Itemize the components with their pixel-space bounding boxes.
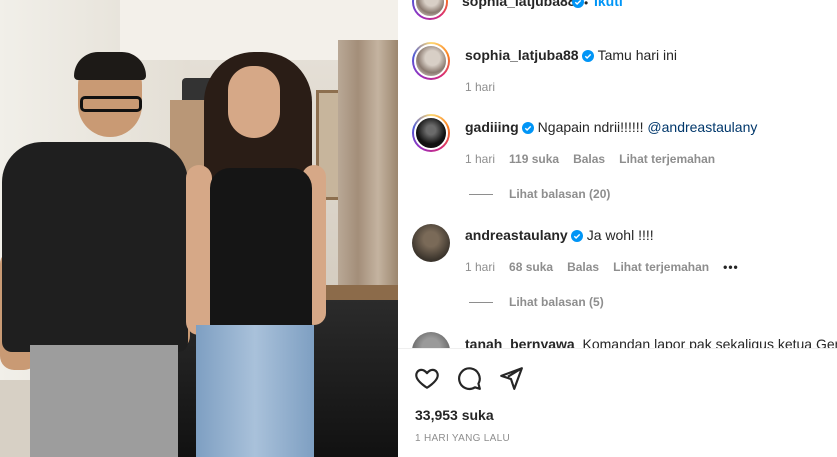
- comment-text: Ngapain ndrii!!!!!!: [537, 119, 644, 135]
- comment-likes[interactable]: 68 suka: [509, 260, 553, 274]
- comment-meta: 1 hari 68 suka Balas Lihat terjemahan •••: [465, 260, 753, 274]
- view-replies-label: Lihat balasan (20): [509, 187, 611, 201]
- heart-icon[interactable]: [414, 365, 440, 391]
- comment-body: gadiiing Ngapain ndrii!!!!!! @andreastaul…: [465, 118, 757, 138]
- reply-button[interactable]: Balas: [573, 152, 605, 166]
- photo-man-pants: [30, 345, 178, 457]
- photo-woman-arm: [186, 165, 212, 335]
- photo-curtain: [338, 40, 398, 290]
- photo-man-shirt: [2, 142, 188, 352]
- photo-woman-face: [228, 66, 280, 138]
- paper-plane-icon[interactable]: [498, 365, 524, 391]
- comment-icon[interactable]: [456, 365, 482, 391]
- verified-icon: [570, 228, 583, 246]
- photo-man-glasses: [80, 96, 142, 112]
- post-photo[interactable]: [0, 0, 398, 457]
- comment-body: andreastaulany Ja wohl !!!!: [465, 226, 654, 246]
- translate-button[interactable]: Lihat terjemahan: [619, 152, 715, 166]
- author-avatar[interactable]: [412, 0, 448, 20]
- comment-body: tanah_bernyawa Komandan lapor pak sekali…: [465, 335, 837, 348]
- more-options-icon[interactable]: •••: [723, 260, 739, 274]
- comment-meta: 1 hari 119 suka Balas Lihat terjemahan: [465, 152, 729, 166]
- verified-icon: [572, 0, 584, 13]
- post-date[interactable]: 1 HARI YANG LALU: [415, 433, 510, 444]
- comment-item: tanah_bernyawa Komandan lapor pak sekali…: [398, 330, 837, 348]
- likes-count[interactable]: 33,953 suka: [415, 407, 494, 423]
- photo-man-hair: [74, 52, 146, 80]
- photo-woman-jeans: [196, 325, 314, 457]
- comment-username[interactable]: gadiiing: [465, 119, 519, 135]
- comment-username[interactable]: andreastaulany: [465, 227, 568, 243]
- comment-mention-link[interactable]: @andreastaulany: [647, 119, 757, 135]
- view-replies-label: Lihat balasan (5): [509, 295, 604, 309]
- verified-icon: [581, 48, 594, 66]
- comment-avatar[interactable]: [412, 332, 450, 348]
- comment-body: sophia_latjuba88 Tamu hari ini: [465, 46, 677, 66]
- replies-line: [469, 302, 493, 304]
- comment-avatar[interactable]: [412, 42, 450, 80]
- action-bar: [414, 365, 524, 391]
- post-header: sophia_latjuba88 • Ikuti: [398, 0, 837, 20]
- post-sidebar: sophia_latjuba88 • Ikuti sophia_latjuba8…: [398, 0, 837, 457]
- comment-username[interactable]: tanah_bernyawa: [465, 336, 575, 348]
- author-username[interactable]: sophia_latjuba88: [462, 0, 576, 9]
- comment-text: Komandan lapor pak sekaligus ketua Genk: [582, 336, 837, 348]
- verified-icon: [521, 120, 534, 138]
- comment-time[interactable]: 1 hari: [465, 80, 495, 94]
- comment-text: Tamu hari ini: [597, 47, 677, 63]
- andreastaulany-avatar-icon: [412, 224, 450, 262]
- comment-text: Ja wohl !!!!: [586, 227, 654, 243]
- follow-button[interactable]: Ikuti: [594, 0, 623, 9]
- comment-username[interactable]: sophia_latjuba88: [465, 47, 579, 63]
- sophia-avatar-icon: [414, 44, 448, 78]
- comment-avatar[interactable]: [412, 224, 450, 262]
- sophia-avatar-icon: [414, 0, 446, 18]
- gadiiing-avatar-icon: [414, 116, 448, 150]
- comment-meta: 1 hari: [465, 80, 509, 94]
- reply-button[interactable]: Balas: [567, 260, 599, 274]
- view-replies-button[interactable]: Lihat balasan (5): [469, 295, 604, 309]
- comment-likes[interactable]: 119 suka: [509, 152, 559, 166]
- translate-button[interactable]: Lihat terjemahan: [613, 260, 709, 274]
- view-replies-button[interactable]: Lihat balasan (20): [469, 187, 610, 201]
- comment-time[interactable]: 1 hari: [465, 260, 495, 274]
- replies-line: [469, 194, 493, 196]
- comment-time[interactable]: 1 hari: [465, 152, 495, 166]
- tanah-bernyawa-avatar-icon: [412, 332, 450, 348]
- photo-woman-top: [210, 168, 312, 348]
- comment-avatar[interactable]: [412, 114, 450, 152]
- post-actions-section: 33,953 suka 1 HARI YANG LALU: [398, 348, 837, 457]
- separator-dot: •: [584, 0, 589, 10]
